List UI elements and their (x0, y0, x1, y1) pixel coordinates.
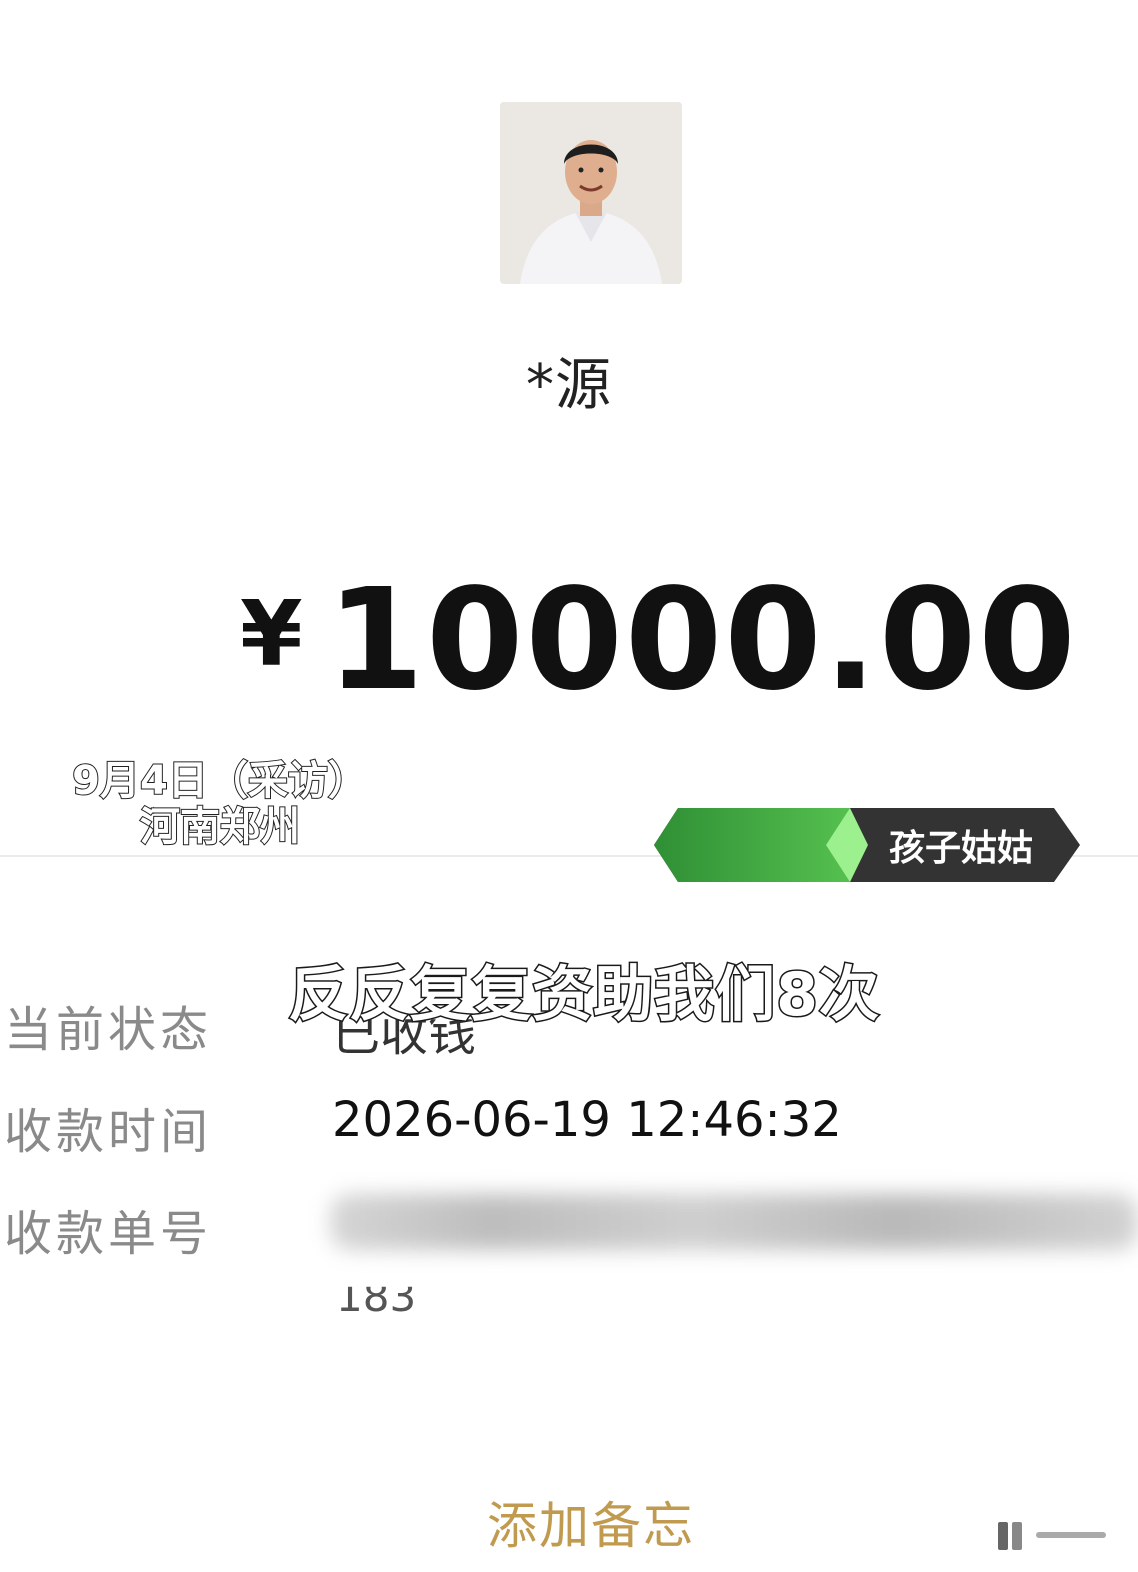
speaker-tag-label: 孩子姑姑 (888, 828, 1033, 869)
date-caption: 9月4日（采访） (71, 757, 369, 805)
watermark-icon (996, 1516, 1116, 1565)
person-photo-icon (500, 102, 682, 284)
speaker-tag: 孩子姑姑 (654, 808, 1080, 882)
currency-symbol: ¥ (240, 581, 303, 687)
location-caption: 河南郑州 (139, 803, 301, 851)
order-number-tail: 183 (336, 1272, 417, 1321)
time-label: 收款时间 (4, 1104, 213, 1160)
payee-avatar[interactable] (500, 102, 682, 284)
video-subtitle: 反反复复资助我们8次 (287, 959, 881, 1032)
payee-name: *源 (526, 353, 612, 418)
amount-value: 10000.00 (326, 558, 1078, 722)
add-note-link[interactable]: 添加备忘 (0, 1486, 1138, 1558)
order-label: 收款单号 (4, 1206, 213, 1262)
time-value: 2026-06-19 12:46:32 (332, 1092, 842, 1148)
order-number-redacted (330, 1194, 1138, 1250)
payment-amount: ¥ 10000.00 (240, 558, 1078, 722)
